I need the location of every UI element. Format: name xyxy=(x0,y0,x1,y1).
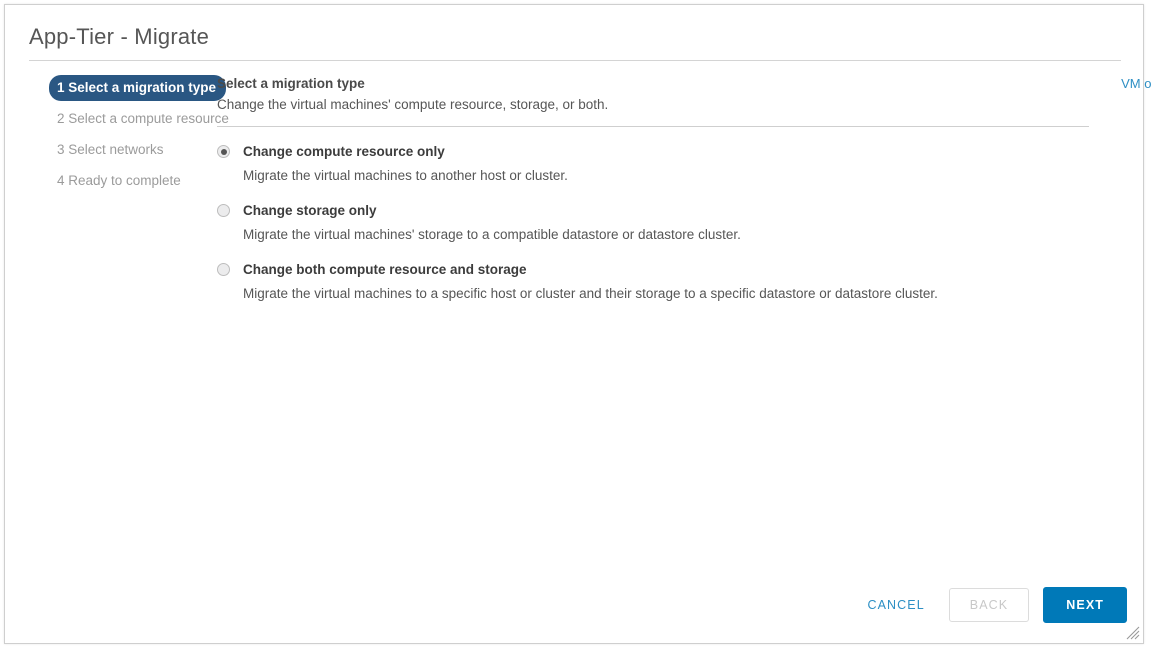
option-label: Change both compute resource and storage xyxy=(243,262,527,277)
page-title: App-Tier - Migrate xyxy=(29,24,210,49)
option-row[interactable]: Change compute resource only xyxy=(217,143,1152,160)
wizard-step-ready-to-complete[interactable]: 4 Ready to complete xyxy=(49,168,217,194)
wizard-step-label: 3 Select networks xyxy=(57,142,164,157)
next-button[interactable]: NEXT xyxy=(1043,587,1127,623)
content-title: Select a migration type xyxy=(217,76,365,91)
migrate-wizard-dialog: App-Tier - Migrate 1 Select a migration … xyxy=(4,4,1152,644)
migration-type-radio-group: Change compute resource only Migrate the… xyxy=(217,143,1152,303)
option-change-both-compute-and-storage: Change both compute resource and storage… xyxy=(217,261,1152,303)
option-row[interactable]: Change both compute resource and storage xyxy=(217,261,1152,278)
resize-grip-icon[interactable] xyxy=(1126,626,1140,640)
vm-origin-label: VM origin xyxy=(1121,76,1152,91)
dialog-footer: CANCEL BACK NEXT xyxy=(857,587,1127,623)
option-description: Migrate the virtual machines' storage to… xyxy=(243,227,741,242)
content-header-divider xyxy=(217,126,1089,127)
wizard-step-list: 1 Select a migration type 2 Select a com… xyxy=(5,75,229,199)
dialog-body: 1 Select a migration type 2 Select a com… xyxy=(5,61,1152,320)
option-row[interactable]: Change storage only xyxy=(217,202,1152,219)
wizard-step-label: 1 Select a migration type xyxy=(57,80,217,95)
radio-change-compute-resource-only[interactable] xyxy=(217,145,230,158)
dialog-title-bar: App-Tier - Migrate xyxy=(5,5,1143,61)
option-description: Migrate the virtual machines to another … xyxy=(243,168,568,183)
wizard-content-pane: Select a migration type Change the virtu… xyxy=(217,75,1152,320)
vm-origin-link[interactable]: VM origin i xyxy=(1121,76,1152,91)
content-subtitle: Change the virtual machines' compute res… xyxy=(217,97,609,112)
back-button: BACK xyxy=(948,588,1030,622)
cancel-button[interactable]: CANCEL xyxy=(857,590,934,620)
wizard-step-label: 2 Select a compute resource xyxy=(57,111,229,126)
wizard-step-label: 4 Ready to complete xyxy=(57,173,181,188)
radio-change-both-compute-and-storage[interactable] xyxy=(217,263,230,276)
radio-change-storage-only[interactable] xyxy=(217,204,230,217)
option-change-storage-only: Change storage only Migrate the virtual … xyxy=(217,202,1152,244)
wizard-step-select-compute-resource[interactable]: 2 Select a compute resource xyxy=(49,106,229,132)
wizard-step-select-networks[interactable]: 3 Select networks xyxy=(49,137,217,163)
option-description: Migrate the virtual machines to a specif… xyxy=(243,286,938,301)
option-label: Change storage only xyxy=(243,203,377,218)
option-change-compute-resource-only: Change compute resource only Migrate the… xyxy=(217,143,1152,185)
option-label: Change compute resource only xyxy=(243,144,445,159)
content-header: Select a migration type Change the virtu… xyxy=(217,75,1152,127)
wizard-step-select-migration-type[interactable]: 1 Select a migration type xyxy=(49,75,227,101)
